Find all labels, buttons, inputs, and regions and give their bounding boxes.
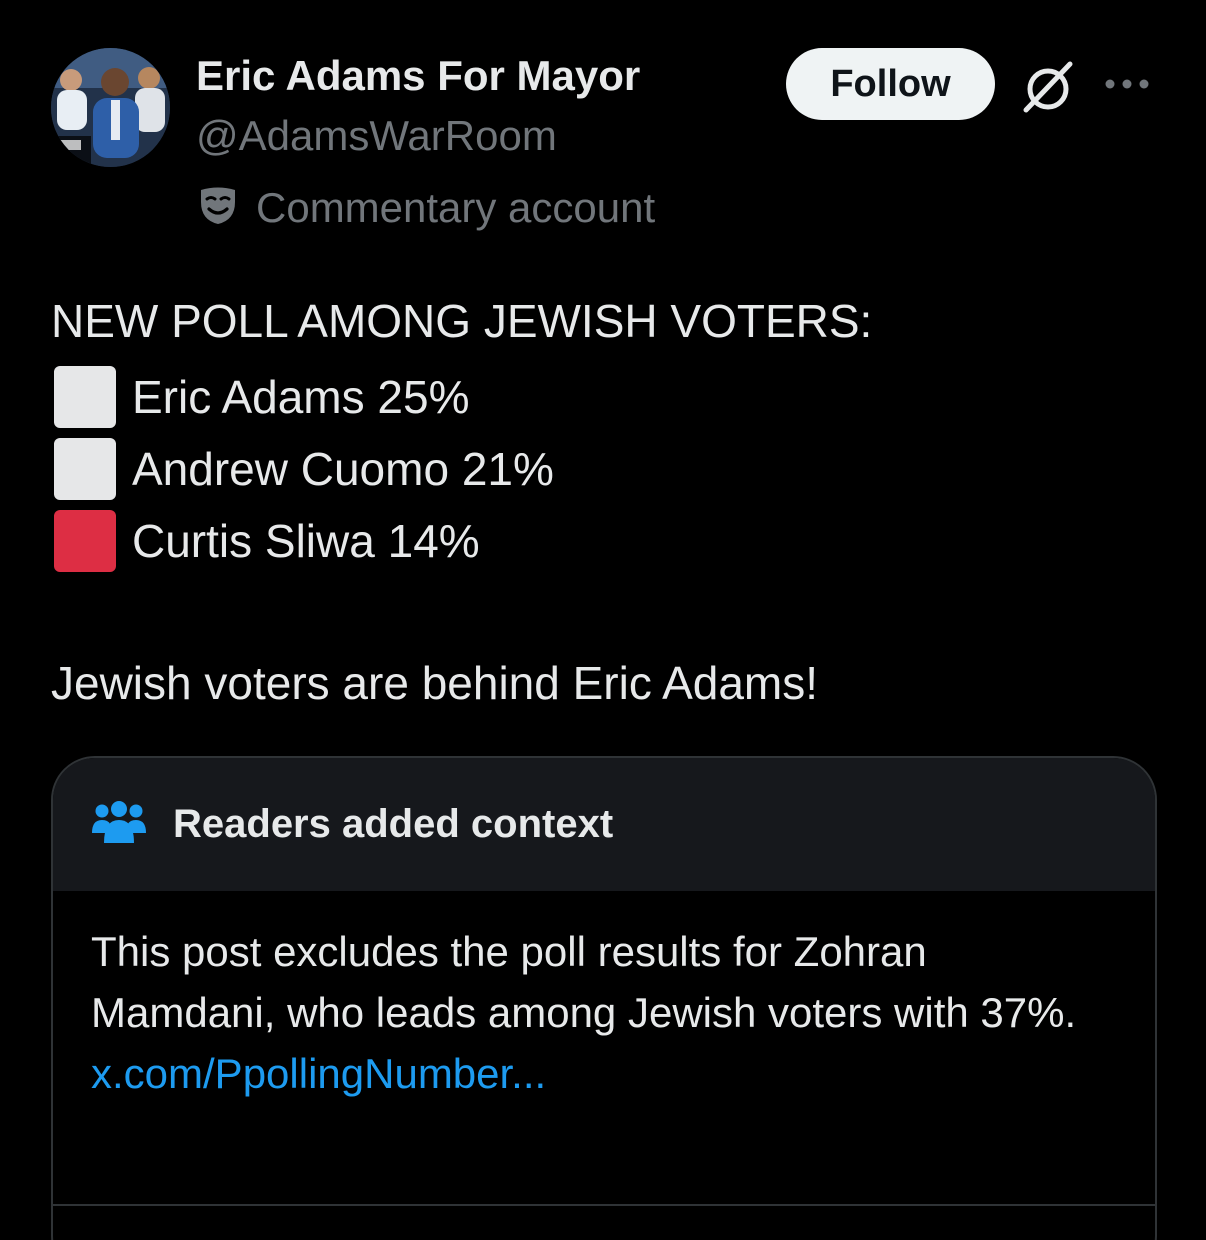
theater-mask-icon: [198, 186, 238, 231]
community-note-title: Readers added context: [173, 802, 614, 846]
follow-button[interactable]: Follow: [786, 48, 995, 120]
community-note-source-link[interactable]: x.com/PpollingNumber...: [91, 1050, 546, 1097]
people-icon: [91, 799, 147, 850]
avatar[interactable]: [51, 48, 170, 167]
grok-icon[interactable]: [1018, 58, 1076, 116]
more-icon[interactable]: [1103, 72, 1151, 96]
white-square-emoji: [54, 366, 116, 428]
white-square-emoji: [54, 438, 116, 500]
author-name[interactable]: Eric Adams For Mayor: [196, 52, 640, 100]
post-page: Eric Adams For Mayor @AdamsWarRoom Comme…: [0, 0, 1206, 1240]
commentary-label-text: Commentary account: [256, 184, 656, 231]
community-note-body: This post excludes the poll results for …: [53, 891, 1155, 1104]
red-square-emoji: [54, 510, 116, 572]
post-headline: NEW POLL AMONG JEWISH VOTERS:: [51, 295, 873, 347]
poll-row: Eric Adams 25%: [54, 366, 469, 428]
author-handle[interactable]: @AdamsWarRoom: [196, 112, 557, 160]
community-note[interactable]: Readers added context This post excludes…: [51, 756, 1157, 1240]
poll-row: Andrew Cuomo 21%: [54, 438, 554, 500]
community-note-text: This post excludes the poll results for …: [91, 928, 1077, 1036]
poll-row-text: Eric Adams 25%: [132, 371, 470, 423]
divider: [53, 1204, 1155, 1206]
community-note-header: Readers added context: [53, 758, 1155, 891]
poll-row-text: Andrew Cuomo 21%: [132, 443, 554, 495]
commentary-label: Commentary account: [198, 184, 655, 232]
poll-row-text: Curtis Sliwa 14%: [132, 515, 480, 567]
poll-row: Curtis Sliwa 14%: [54, 510, 480, 572]
post-tagline: Jewish voters are behind Eric Adams!: [51, 657, 819, 709]
